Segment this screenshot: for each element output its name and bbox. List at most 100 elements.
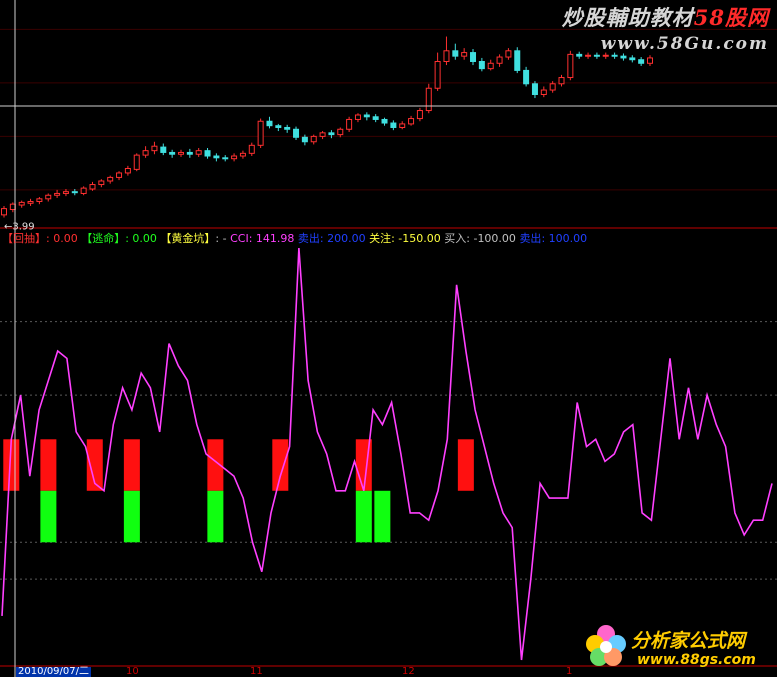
month-label-dec: 12 (402, 666, 415, 677)
candle-body-36 (319, 132, 326, 137)
candle-body-11 (98, 180, 105, 186)
legend-value-6: : -100.00 (466, 232, 520, 245)
candle-body-58 (514, 50, 521, 71)
chart-canvas: ←3.99 (0, 0, 777, 677)
candle-body-44 (390, 122, 397, 128)
candle-body-59 (523, 69, 530, 85)
candle-body-65 (576, 53, 583, 57)
cci-line (1, 247, 773, 661)
candle-body-42 (372, 116, 379, 120)
candle-body-43 (381, 118, 388, 124)
legend-label-0: 【回抽】 (2, 232, 46, 245)
candle-body-24 (213, 155, 220, 159)
legend-label-7: 卖出 (519, 232, 542, 245)
candle-body-63 (558, 77, 565, 85)
candle-body-4 (36, 198, 43, 202)
price-candles: ←3.99 (1, 36, 653, 233)
candle-body-68 (602, 54, 609, 57)
red-signal-bar-1 (40, 439, 57, 491)
candle-body-48 (425, 87, 432, 112)
legend-value-1: : 0.00 (125, 232, 161, 245)
candle-body-2 (18, 201, 25, 206)
candle-body-54 (478, 61, 485, 70)
candle-body-52 (461, 52, 468, 57)
flower-logo-icon (586, 625, 626, 666)
candle-body-26 (231, 155, 238, 160)
legend-label-6: 买入 (444, 232, 467, 245)
legend-value-7: : 100.00 (541, 232, 588, 245)
candle-body-33 (293, 128, 300, 138)
candle-body-6 (54, 192, 61, 196)
indicator-legend: 【回抽】: 0.00 【逃命】: 0.00 【黄金坑】: - CCI: 141.… (2, 230, 587, 246)
candle-body-32 (284, 126, 291, 130)
candle-body-29 (257, 120, 264, 146)
candle-body-39 (346, 118, 353, 130)
candle-body-69 (611, 54, 618, 57)
candle-body-53 (470, 52, 477, 62)
candle-body-13 (116, 172, 123, 178)
legend-value-5: : -150.00 (391, 232, 445, 245)
candle-body-35 (310, 135, 317, 143)
candle-body-30 (266, 120, 273, 127)
legend-value-4: : 200.00 (319, 232, 370, 245)
candle-body-40 (354, 114, 361, 120)
candle-body-25 (222, 157, 229, 160)
legend-value-3: : 141.98 (248, 232, 298, 245)
legend-label-4: 卖出 (297, 232, 320, 245)
candle-body-67 (593, 54, 600, 57)
watermark-url: www.58Gu.com (600, 34, 769, 54)
candle-body-70 (620, 55, 627, 59)
cci-series-line (1, 247, 773, 661)
month-label-oct: 10 (126, 666, 139, 677)
candle-body-27 (239, 152, 246, 157)
candle-body-66 (585, 54, 592, 57)
candle-body-37 (328, 132, 335, 136)
candle-body-18 (160, 146, 167, 153)
red-signal-bar-3 (123, 439, 140, 491)
candle-body-14 (124, 168, 131, 174)
candle-body-19 (169, 151, 176, 155)
candle-body-51 (452, 50, 459, 57)
candle-body-60 (531, 83, 538, 95)
green-signal-bar-0 (40, 490, 57, 543)
candle-body-45 (399, 123, 406, 128)
candle-body-16 (142, 150, 149, 156)
red-signal-bar-7 (457, 439, 474, 491)
candle-body-17 (151, 145, 158, 152)
candle-body-20 (177, 151, 184, 155)
logo-url: www.88gs.com (637, 652, 756, 668)
green-signal-bar-2 (207, 490, 224, 543)
watermark-brand-prefix: 炒股輔助教材 (561, 5, 694, 30)
legend-value-0: : 0.00 (46, 232, 82, 245)
green-signal-bar-1 (123, 490, 140, 543)
legend-label-5: 关注 (369, 232, 392, 245)
candle-body-72 (638, 59, 645, 64)
candle-body-46 (408, 118, 415, 125)
watermark-brand: 炒股輔助教材58股网 (562, 2, 769, 32)
candle-body-50 (443, 50, 450, 62)
candle-body-9 (80, 187, 87, 194)
candle-body-47 (416, 110, 423, 120)
candle-body-3 (27, 200, 34, 204)
candle-body-7 (62, 191, 69, 194)
candle-body-31 (275, 125, 282, 128)
green-signal-bar-4 (374, 490, 391, 543)
logo-watermark: 分析家公式网 www.88gs.com (581, 622, 771, 674)
crosshair-cursor (0, 0, 777, 677)
red-signal-bar-5 (272, 439, 289, 491)
green-signal-bar-3 (355, 490, 372, 543)
price-panel-grid (0, 28, 777, 229)
candle-body-23 (204, 150, 211, 157)
candle-body-34 (301, 136, 308, 143)
candle-body-64 (567, 53, 574, 79)
cursor-date: 2010/09/07/二 (16, 666, 92, 677)
legend-value-2: : - (215, 232, 231, 245)
legend-label-1: 【逃命】 (81, 232, 126, 245)
candle-body-73 (647, 57, 653, 64)
month-label-nov: 11 (250, 666, 263, 677)
candle-body-21 (186, 151, 193, 155)
signal-bars (3, 439, 474, 543)
candle-body-8 (71, 191, 78, 194)
candle-body-22 (195, 150, 202, 155)
candle-body-57 (505, 50, 512, 58)
